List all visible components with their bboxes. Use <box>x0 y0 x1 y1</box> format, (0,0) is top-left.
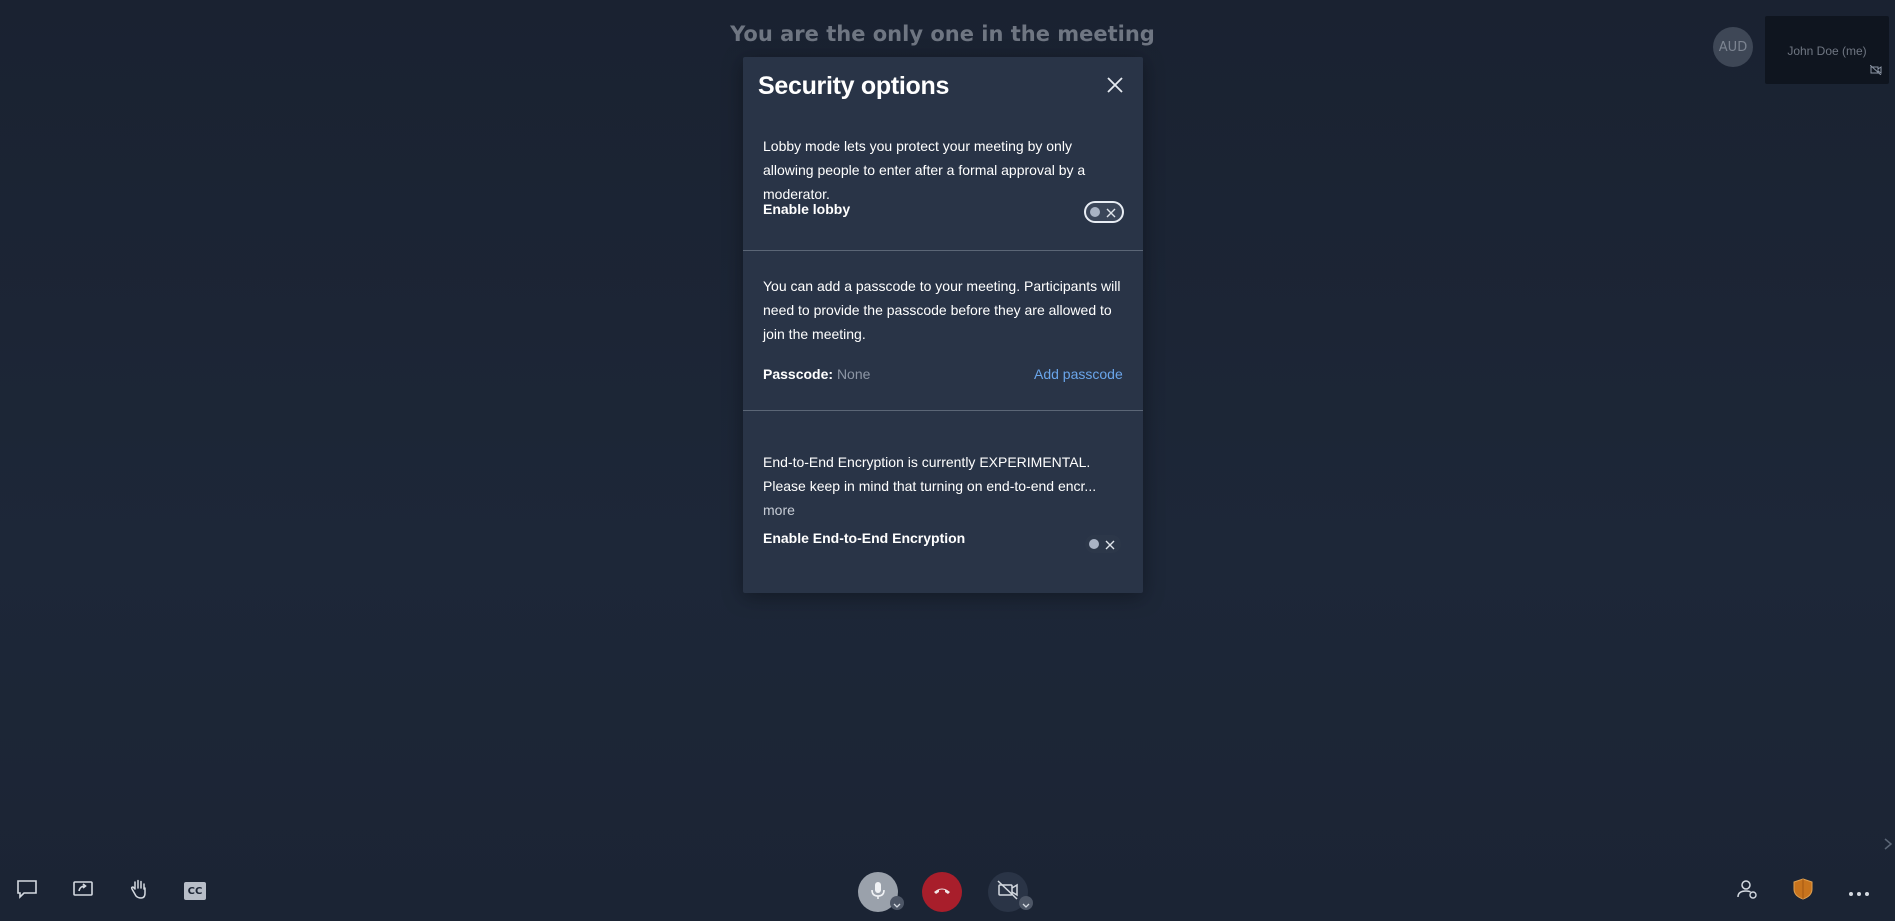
security-shield-icon <box>1792 877 1814 905</box>
screenshare-button[interactable] <box>69 877 97 905</box>
toggle-knob <box>1089 539 1099 549</box>
meeting-status-text: You are the only one in the meeting <box>730 22 1155 46</box>
more-dots-icon <box>1848 882 1870 901</box>
enable-e2ee-label: Enable End-to-End Encryption <box>763 530 966 546</box>
hangup-icon <box>931 879 953 905</box>
chevron-down-icon <box>893 894 901 913</box>
local-participant-name: John Doe (me) <box>1787 44 1867 58</box>
passcode-description: You can add a passcode to your meeting. … <box>763 278 1121 342</box>
dialog-title: Security options <box>758 72 950 100</box>
participant-avatar: AUD <box>1713 27 1753 67</box>
closed-captions-button[interactable]: CC <box>181 877 209 905</box>
filmstrip-toggle-chevron-icon[interactable] <box>1883 836 1893 855</box>
chat-button[interactable] <box>13 877 41 905</box>
passcode-value: None <box>836 366 871 382</box>
hangup-button[interactable] <box>922 872 962 912</box>
raise-hand-button[interactable] <box>125 877 153 905</box>
participants-button[interactable] <box>1733 877 1761 905</box>
passcode-row: Passcode: None <box>763 366 870 382</box>
section-divider <box>743 250 1143 251</box>
security-options-dialog: Security options Lobby mode lets you pro… <box>743 57 1143 593</box>
e2ee-description: End-to-End Encryption is currently EXPER… <box>763 450 1125 522</box>
closed-captions-text: CC <box>187 885 203 897</box>
passcode-label: Passcode: <box>763 366 834 382</box>
toggle-off-icon <box>1104 538 1116 550</box>
screenshare-icon <box>71 877 95 905</box>
close-icon[interactable] <box>1104 74 1126 96</box>
microphone-icon <box>867 879 889 905</box>
chevron-down-icon <box>1022 894 1030 913</box>
lobby-description: Lobby mode lets you protect your meeting… <box>763 138 1086 202</box>
section-divider <box>743 410 1143 411</box>
enable-e2ee-toggle[interactable] <box>1085 535 1121 553</box>
local-video-tile[interactable]: John Doe (me) <box>1765 16 1889 84</box>
toggle-knob <box>1090 207 1100 217</box>
security-options-button[interactable] <box>1789 877 1817 905</box>
add-passcode-link[interactable]: Add passcode <box>1034 366 1123 382</box>
enable-lobby-label: Enable lobby <box>763 201 851 217</box>
e2ee-more-link[interactable]: more <box>763 502 795 518</box>
closed-captions-icon: CC <box>184 882 206 900</box>
e2ee-description-text: End-to-End Encryption is currently EXPER… <box>763 454 1097 494</box>
toggle-off-icon <box>1105 206 1117 218</box>
more-actions-button[interactable] <box>1845 877 1873 905</box>
camera-off-icon <box>996 879 1020 905</box>
microphone-options-chevron[interactable] <box>890 896 904 910</box>
enable-lobby-toggle[interactable] <box>1086 203 1122 221</box>
raise-hand-icon <box>127 877 151 905</box>
camera-off-indicator-icon <box>1869 60 1882 79</box>
participants-icon <box>1735 877 1759 905</box>
chat-icon <box>15 877 39 905</box>
camera-options-chevron[interactable] <box>1019 896 1033 910</box>
